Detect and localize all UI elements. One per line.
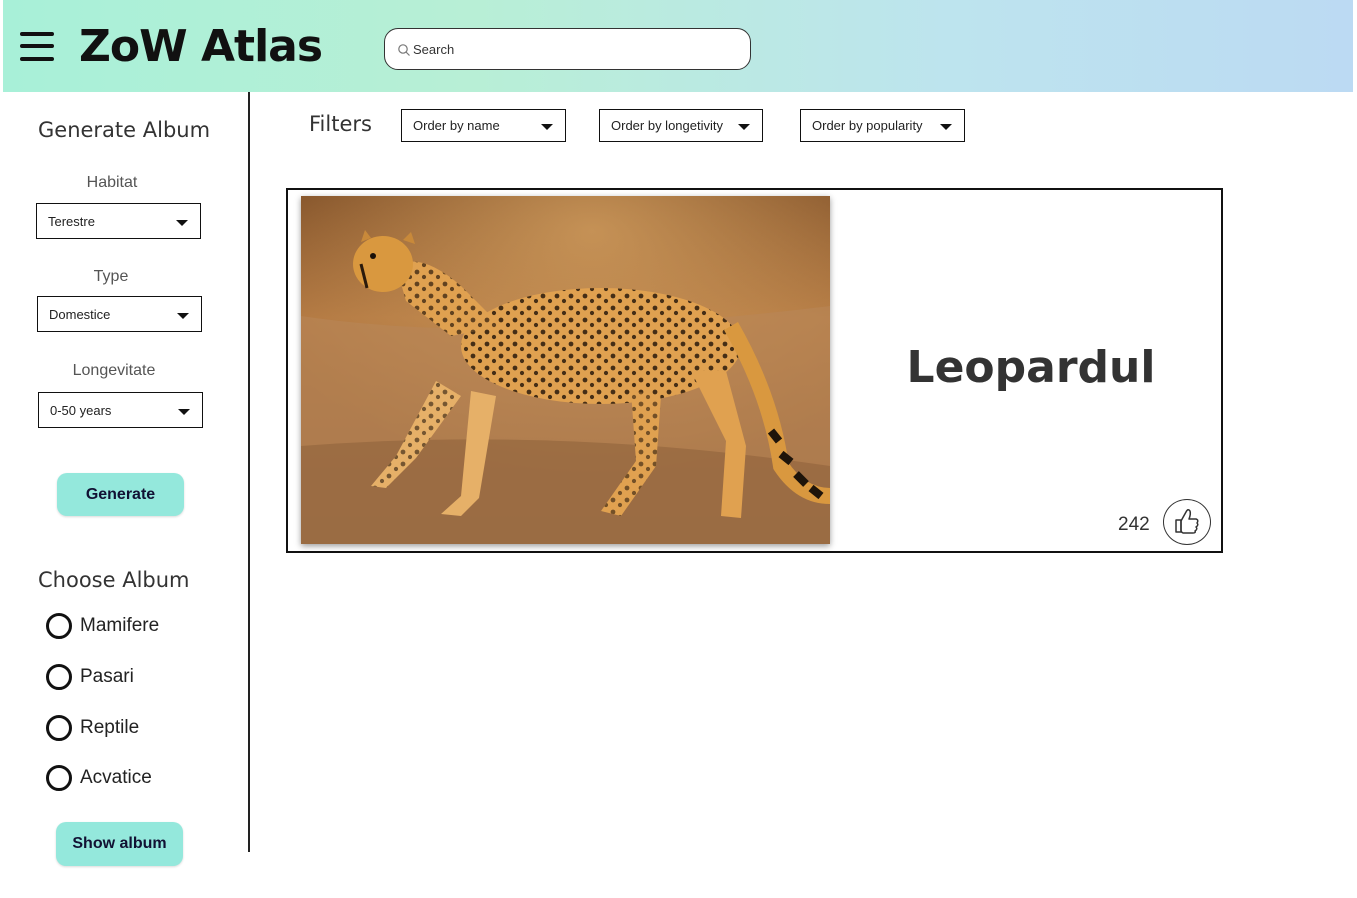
order-by-name-select[interactable]: Order by name bbox=[401, 109, 566, 142]
search-input[interactable] bbox=[413, 39, 733, 59]
app-header: ZoW Atlas bbox=[3, 0, 1353, 92]
type-select[interactable]: Domestice bbox=[37, 296, 202, 332]
order-by-longevity-select[interactable]: Order by longetivity bbox=[599, 109, 763, 142]
longevity-select[interactable]: 0-50 years bbox=[38, 392, 203, 428]
chevron-down-icon bbox=[940, 124, 952, 130]
album-option-label: Reptile bbox=[80, 717, 140, 738]
type-label: Type bbox=[93, 268, 129, 285]
thumbs-up-icon bbox=[1175, 508, 1199, 534]
sidebar-divider bbox=[248, 92, 250, 852]
animal-name: Leopardul bbox=[906, 342, 1156, 393]
filter-label: Order by popularity bbox=[812, 118, 923, 133]
animal-image bbox=[301, 196, 830, 544]
chevron-down-icon bbox=[738, 124, 750, 130]
radio-button[interactable] bbox=[46, 715, 72, 741]
radio-button[interactable] bbox=[46, 613, 72, 639]
app-title: ZoW Atlas bbox=[79, 21, 323, 72]
likes-count: 242 bbox=[1118, 514, 1150, 535]
longevity-label: Longevitate bbox=[72, 362, 156, 379]
album-option-label: Acvatice bbox=[80, 767, 152, 788]
like-button[interactable] bbox=[1163, 499, 1211, 545]
chevron-down-icon bbox=[177, 313, 189, 319]
filter-label: Order by name bbox=[413, 118, 500, 133]
habitat-select[interactable]: Terestre bbox=[36, 203, 201, 239]
filter-label: Order by longetivity bbox=[611, 118, 723, 133]
album-option-label: Mamifere bbox=[80, 615, 160, 636]
chevron-down-icon bbox=[176, 220, 188, 226]
animal-card[interactable]: Leopardul 242 bbox=[286, 188, 1223, 553]
chevron-down-icon bbox=[541, 124, 553, 130]
choose-album-heading: Choose Album bbox=[38, 568, 190, 592]
longevity-value: 0-50 years bbox=[50, 403, 112, 418]
radio-button[interactable] bbox=[46, 664, 72, 690]
habitat-value: Terestre bbox=[48, 214, 95, 229]
show-album-button[interactable]: Show album bbox=[56, 822, 183, 866]
order-by-popularity-select[interactable]: Order by popularity bbox=[800, 109, 965, 142]
cheetah-photo bbox=[301, 196, 830, 544]
album-option-label: Pasari bbox=[80, 666, 134, 687]
generate-album-heading: Generate Album bbox=[38, 118, 211, 142]
menu-icon[interactable] bbox=[20, 32, 54, 62]
chevron-down-icon bbox=[178, 409, 190, 415]
type-value: Domestice bbox=[49, 307, 111, 322]
search-box[interactable] bbox=[384, 28, 751, 70]
generate-button[interactable]: Generate bbox=[57, 473, 184, 516]
search-icon bbox=[398, 44, 410, 56]
radio-button[interactable] bbox=[46, 765, 72, 791]
filters-label: Filters bbox=[309, 112, 372, 136]
habitat-label: Habitat bbox=[86, 174, 138, 191]
